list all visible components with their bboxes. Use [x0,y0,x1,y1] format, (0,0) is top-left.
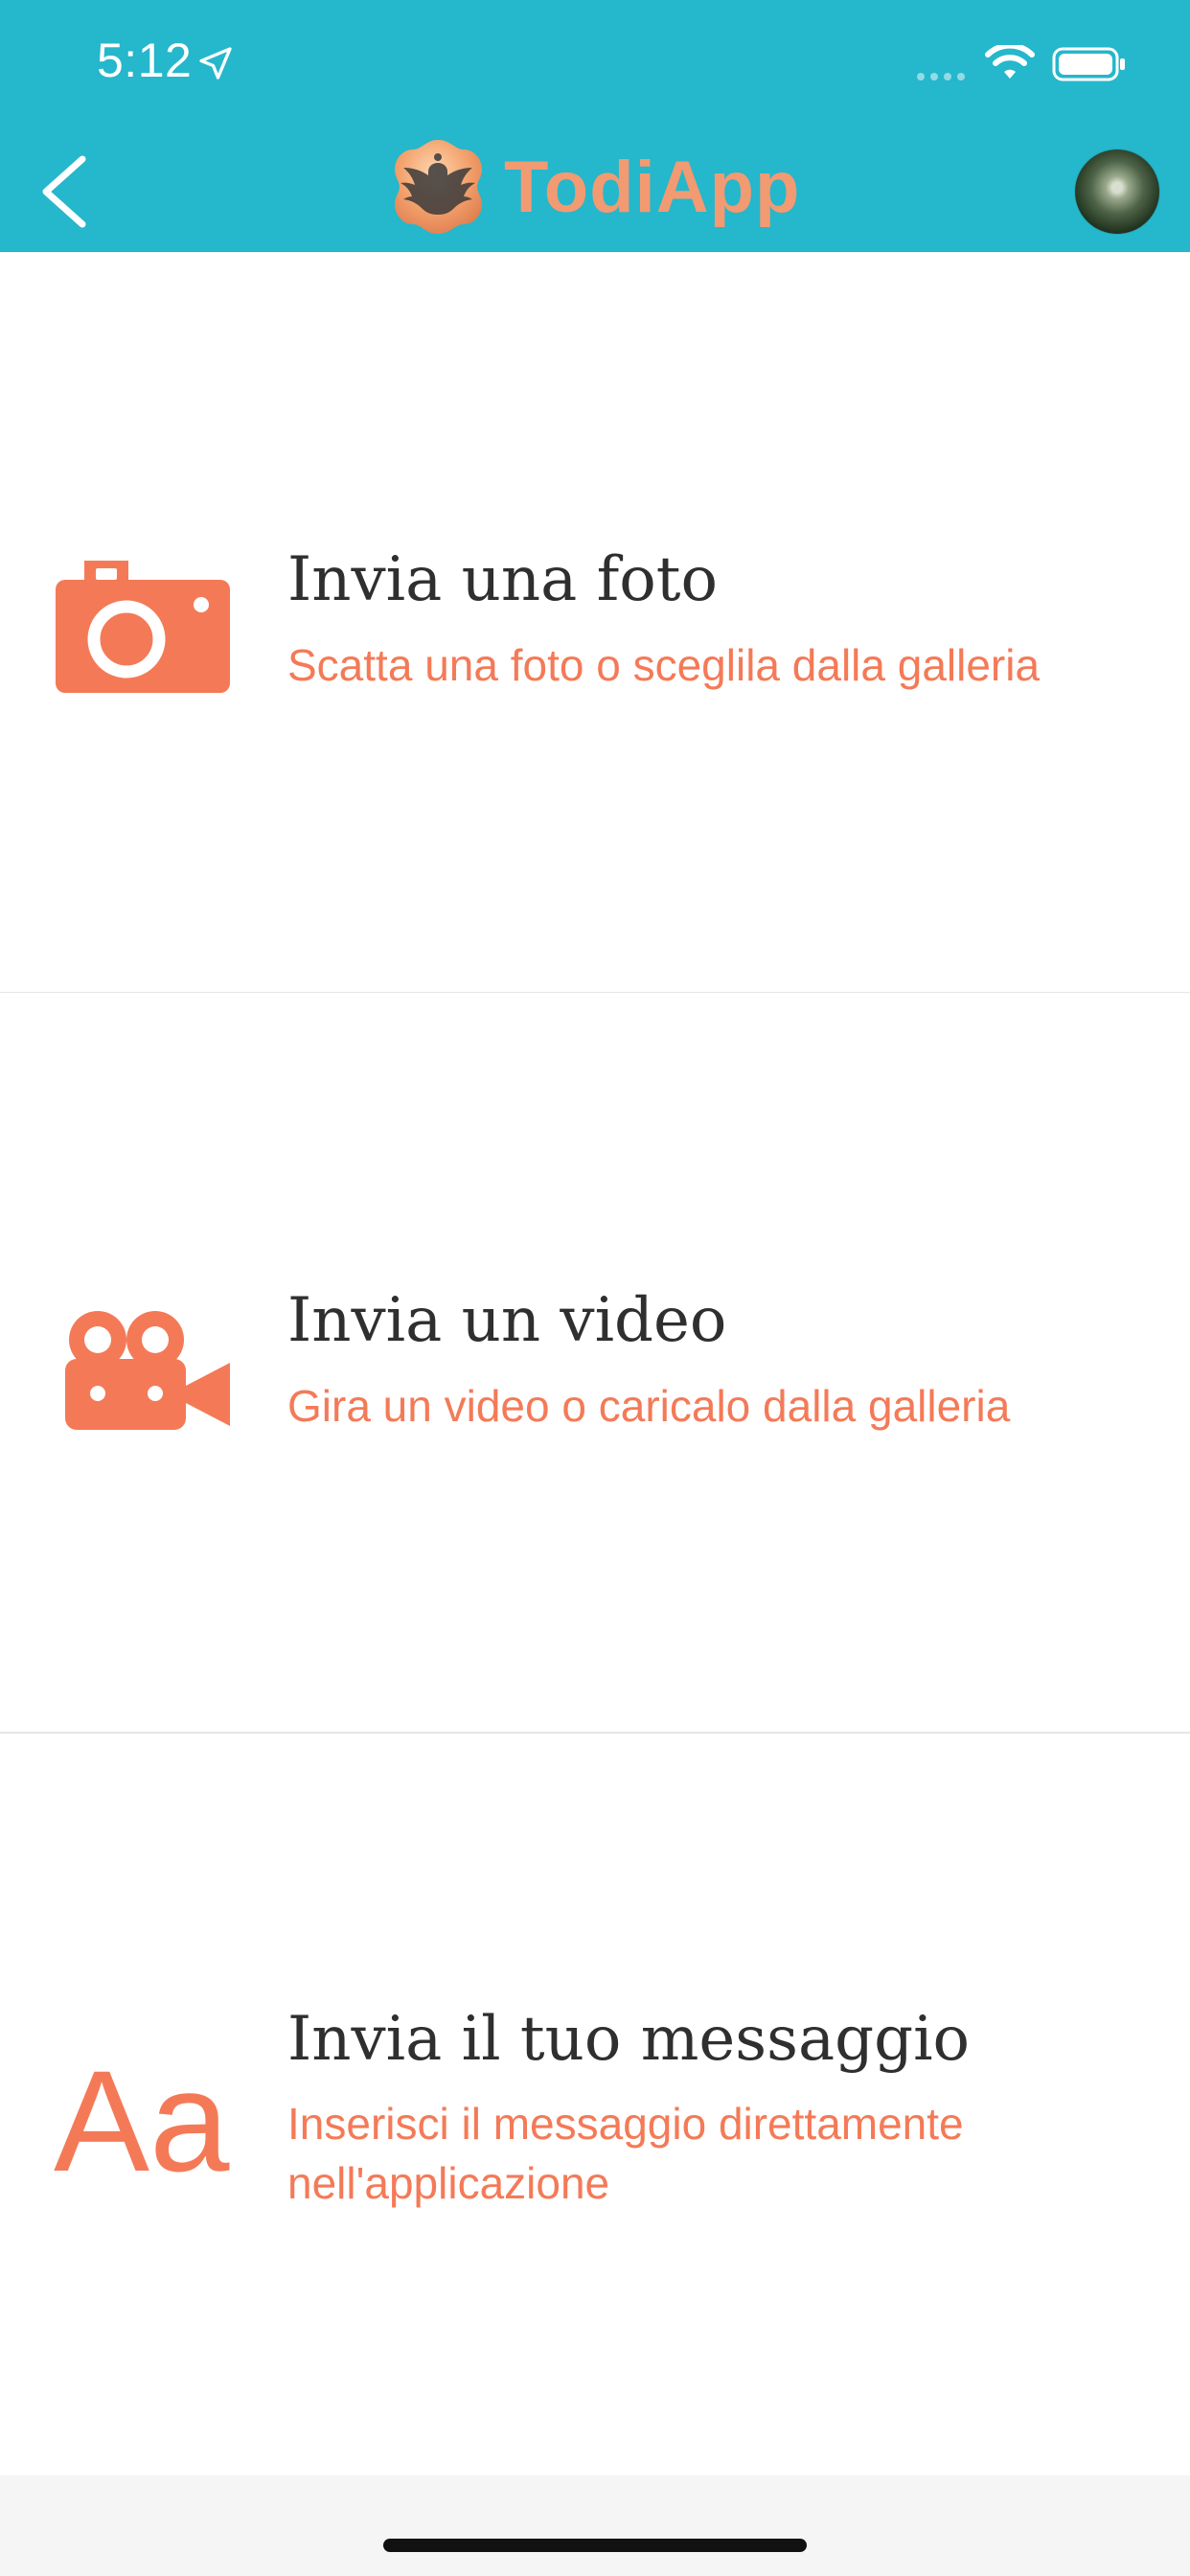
todiapp-screen: 5:12 TodiApp Invia una foto Scatta una f… [0,0,1190,2576]
wifi-icon [985,45,1035,79]
camera-icon [56,561,230,693]
option-title: Invia una foto [287,544,719,615]
option-subtitle: Inserisci il messaggio direttamente nell… [287,2094,1111,2213]
brand-logo: TodiApp [385,134,800,240]
location-arrow-icon [199,47,232,80]
eagle-emblem-icon [395,140,482,234]
battery-icon [1052,47,1125,81]
option-title: Invia il tuo messaggio [287,2004,971,2075]
back-button[interactable] [33,153,100,230]
status-time: 5:12 [97,34,193,87]
app-title: TodiApp [504,146,801,228]
avatar[interactable] [1075,150,1159,234]
video-camera-icon [65,1311,230,1430]
option-subtitle-line-1: Inserisci il messaggio direttamente [287,2099,964,2149]
text-aa-icon: Aa [54,2040,230,2190]
chevron-left-icon [42,155,86,228]
option-subtitle: Gira un video o caricalo dalla galleria [287,1381,1011,1431]
send-photo-option[interactable]: Invia una foto Scatta una foto o sceglil… [0,252,1190,992]
send-video-option[interactable]: Invia un video Gira un video o caricalo … [0,993,1190,1733]
top-bar: 5:12 TodiApp [0,0,1190,252]
option-subtitle-line-2: nell'applicazione [287,2158,610,2208]
svg-text:Aa: Aa [54,2040,230,2190]
option-title: Invia un video [287,1285,727,1356]
signal-dots-icon [917,73,965,80]
bottom-bar [0,2475,1190,2576]
home-indicator [383,2539,807,2552]
send-message-option[interactable]: Aa Invia il tuo messaggio Inserisci il m… [0,1734,1190,2473]
option-subtitle: Scatta una foto o sceglila dalla galleri… [287,640,1041,690]
